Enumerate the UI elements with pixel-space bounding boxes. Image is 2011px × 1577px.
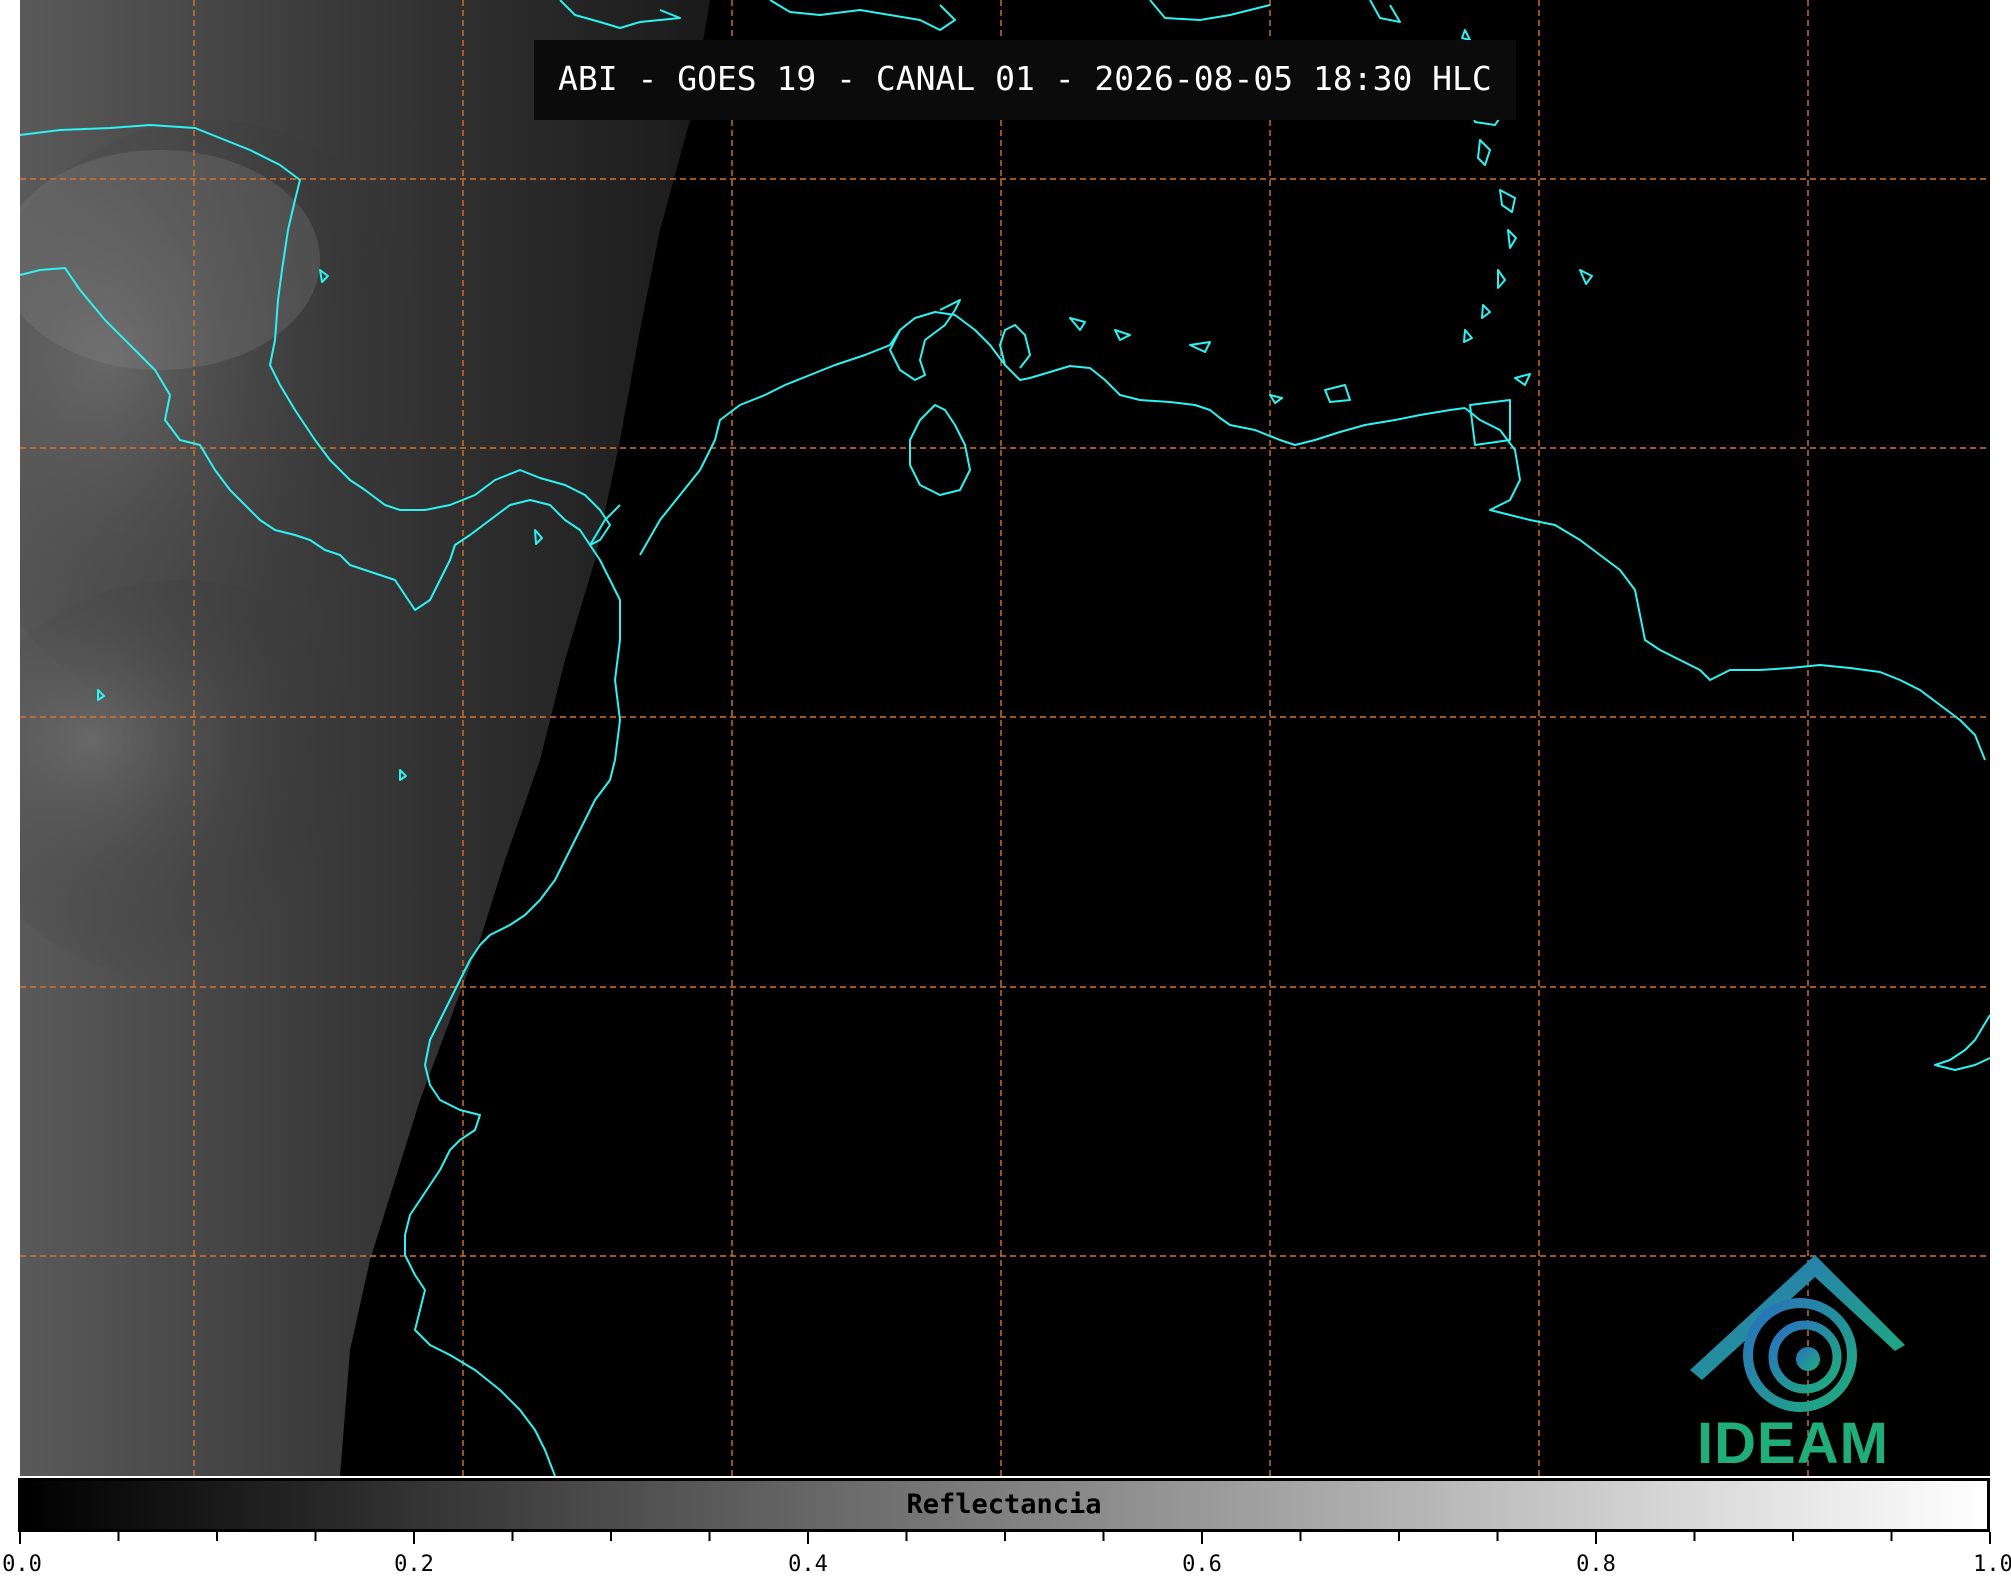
island <box>1189 341 1211 353</box>
island <box>1481 304 1491 319</box>
logo-wordmark: IDEAM <box>1697 1411 1889 1476</box>
island <box>1324 384 1351 403</box>
island <box>1579 269 1593 285</box>
spiral-core <box>1796 1347 1820 1371</box>
coastline-maracaibo <box>909 404 971 496</box>
satellite-map: ABI - GOES 19 - CANAL 01 - 2026-08-05 18… <box>20 0 1990 1476</box>
colorbar-tick-label: 0.4 <box>788 1552 828 1577</box>
coastline-guajira <box>889 299 961 381</box>
island <box>1463 329 1473 343</box>
island <box>1461 29 1471 41</box>
coastline-antilles <box>1369 0 1401 23</box>
coastline-venezuela-east <box>1464 407 1986 761</box>
colorbar-tick-label: 0.6 <box>1182 1552 1222 1577</box>
island <box>1499 189 1516 213</box>
colorbar-label: Reflectancia <box>906 1489 1102 1520</box>
colorbar-tick-label: 0.8 <box>1576 1552 1616 1577</box>
colorbar-axis <box>19 1532 1991 1544</box>
colorbar: Reflectancia <box>18 1478 1990 1532</box>
island <box>1507 229 1517 249</box>
colorbar-tick-label: 1.0 <box>1973 1552 2011 1577</box>
island <box>1477 139 1491 166</box>
island <box>1497 269 1506 289</box>
colorbar-tick-label: 0.2 <box>394 1552 434 1577</box>
map-title: ABI - GOES 19 - CANAL 01 - 2026-08-05 18… <box>534 40 1516 120</box>
island <box>1514 373 1531 386</box>
coastline-antilles <box>1149 0 1271 21</box>
coastline-brazil <box>1934 1014 1990 1071</box>
coastline-antilles <box>769 0 956 31</box>
island <box>1069 317 1086 331</box>
island <box>1269 394 1283 404</box>
island <box>1114 329 1131 341</box>
colorbar-tick-label: 0.0 <box>2 1552 42 1577</box>
island-trinidad <box>1469 399 1511 446</box>
coastline-paraguana <box>999 324 1031 369</box>
coastline-colombia-venezuela <box>639 311 1466 556</box>
